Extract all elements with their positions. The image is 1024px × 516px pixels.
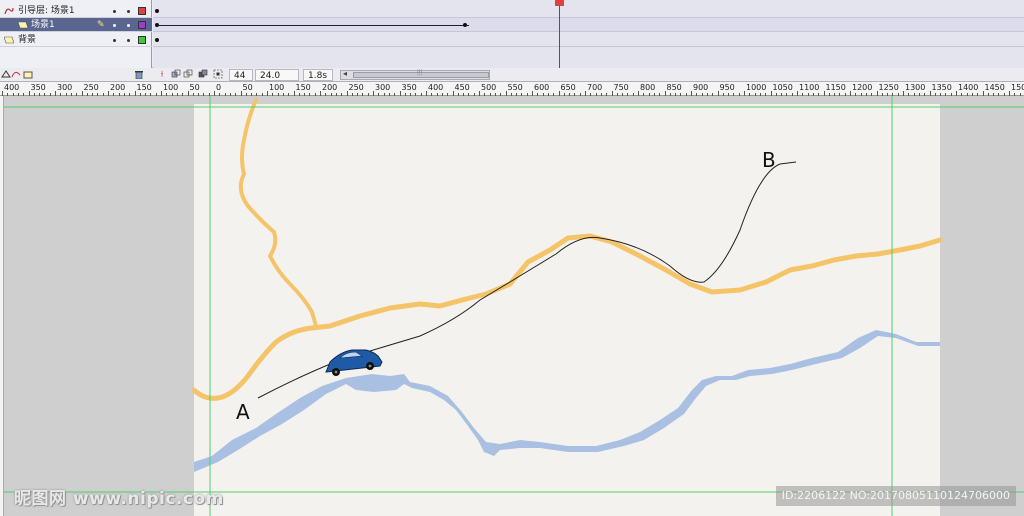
road-branch xyxy=(238,98,318,328)
river-shape xyxy=(194,330,940,472)
point-b-label: B xyxy=(762,148,776,172)
car-sprite[interactable] xyxy=(325,349,383,376)
watermark-id: ID:2206122 NO:20170805110124706000 xyxy=(775,486,1016,506)
road-main xyxy=(191,233,943,401)
stage-artwork xyxy=(4,96,1024,516)
watermark-site: 昵图网 www.nipic.com xyxy=(14,489,224,509)
flash-editor-window: 引导层: 场景1 场景1 ✎ 背景 ⍿ 44 24.0 1.8s ◂ ⦙⦙⦙ 4… xyxy=(0,0,1024,516)
point-a-label: A xyxy=(236,400,250,424)
